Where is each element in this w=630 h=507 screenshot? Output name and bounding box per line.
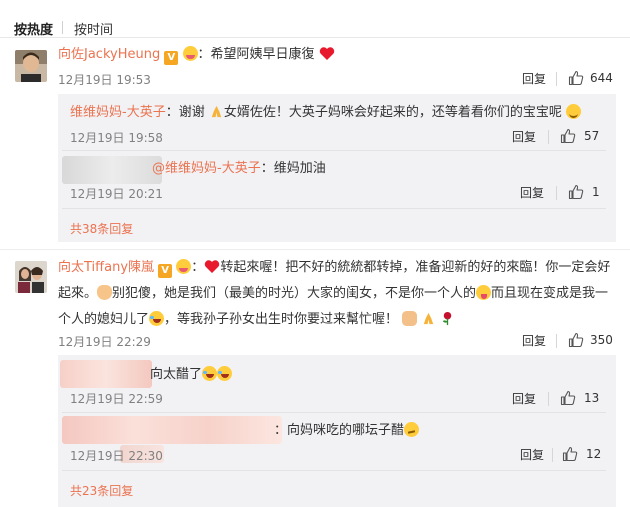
thumbs-up-icon[interactable] [568, 332, 584, 348]
reply-button[interactable]: 回复 [512, 390, 536, 407]
action-divider [556, 334, 557, 348]
comment-text: 起來。 [58, 286, 98, 301]
reply-content: 维维妈妈-大英子：谢谢 女婿佐佐！大英子妈咪会好起来的，还等着看你们的宝宝呢 [70, 104, 582, 122]
sort-divider [62, 21, 63, 34]
reply-time: 12月19日 22:59 [70, 392, 163, 406]
reply-text: 谢谢 [178, 105, 205, 120]
comment-text: 而且现在变成是我一 [491, 286, 609, 301]
comment-content: 向佐JackyHeung V ：希望阿姨早日康復 [58, 46, 335, 65]
like-count: 13 [584, 391, 600, 405]
comment-content: 向太Tiffany陳嵐 V ： 转起來喔！把不好的統統都转掉，准备迎新的好的來臨！… [58, 255, 614, 333]
action-divider [548, 130, 549, 144]
heart-icon [319, 47, 334, 60]
laugh-emoji-icon [149, 311, 165, 326]
action-divider [552, 448, 553, 462]
blurred-username [62, 416, 282, 444]
reply-text: ：维妈加油 [260, 161, 326, 176]
laugh-emoji-icon [202, 366, 218, 381]
thumbs-up-icon[interactable] [568, 70, 584, 86]
action-divider [556, 186, 557, 200]
reply-button[interactable]: 回复 [512, 128, 536, 145]
comment-author[interactable]: 向佐JackyHeung [58, 47, 160, 62]
reply-button[interactable]: 回复 [522, 332, 546, 349]
blurred-username [60, 360, 152, 388]
colon: ： [165, 105, 179, 120]
smile-emoji-icon [566, 104, 582, 119]
reply-divider [62, 150, 606, 151]
more-replies-link[interactable]: 共38条回复 [70, 220, 133, 237]
comment-time: 12月19日 19:53 [58, 73, 151, 87]
pray-icon [424, 312, 434, 325]
thumbs-up-icon[interactable] [560, 128, 576, 144]
reply-text: 女婿佐佐！大英子妈咪会好起来的，还等着看你们的宝宝呢 [223, 105, 562, 120]
comment-time: 12月19日 22:29 [58, 335, 151, 349]
comment-text: ，等我孙子孙女出生时你要过来幫忙喔！ [164, 312, 399, 327]
reply-divider [62, 412, 606, 413]
sort-by-time-tab[interactable]: 按时间 [74, 19, 113, 38]
reply-content: @维维妈妈-大英子：维妈加油 [152, 160, 326, 178]
comment-text: 个人的媳妇儿了 [58, 312, 150, 327]
thumbs-up-icon[interactable] [560, 390, 576, 406]
action-divider [548, 392, 549, 406]
verified-badge-icon: V [158, 264, 173, 278]
reply-time: 12月19日 19:58 [70, 131, 163, 145]
sort-bar: 按热度 按时间 [0, 0, 630, 38]
reply-content: 向太醋了 [150, 366, 233, 384]
reply-content: ：向妈咪吃的哪坛子醋 [274, 422, 420, 440]
comment-divider [0, 249, 630, 250]
comment-text: 希望阿姨早日康復 [210, 47, 315, 62]
smirk-emoji-icon [404, 422, 420, 437]
comment-author[interactable]: 向太Tiffany陳嵐 [58, 260, 154, 275]
verified-badge-icon: V [164, 51, 179, 65]
colon: ： [197, 47, 211, 62]
reply-mention[interactable]: @维维妈妈-大英子 [152, 161, 261, 176]
like-count: 644 [590, 71, 613, 85]
reply-button[interactable]: 回复 [522, 70, 546, 87]
more-replies-link[interactable]: 共23条回复 [70, 482, 133, 499]
pray-icon [211, 105, 222, 118]
thumbs-up-icon[interactable] [568, 184, 584, 200]
reply-text: ：向妈咪吃的哪坛子醋 [274, 423, 405, 438]
thumbs-up-icon[interactable] [562, 446, 578, 462]
like-count: 350 [590, 333, 613, 347]
laugh-emoji-icon [217, 366, 233, 381]
reply-button[interactable]: 回复 [520, 446, 544, 463]
reply-divider [62, 470, 606, 471]
hug-emoji-icon [176, 259, 192, 274]
like-count: 12 [586, 447, 602, 461]
hug-emoji-icon [182, 46, 198, 61]
avatar[interactable] [15, 261, 47, 293]
reply-button[interactable]: 回复 [520, 184, 544, 201]
like-count: 57 [584, 129, 600, 143]
avatar[interactable] [15, 50, 47, 82]
reply-author[interactable]: 维维妈妈-大英子 [70, 105, 166, 120]
action-divider [556, 72, 557, 86]
handshake-emoji-icon [402, 311, 418, 326]
sort-by-hot-tab[interactable]: 按热度 [14, 19, 53, 38]
rose-icon [443, 311, 452, 326]
blurred-username [62, 156, 162, 184]
comment-text: 别犯傻，她是我们（最美的时光）大家的闺女，不是你一个人的 [112, 286, 477, 301]
like-count: 1 [592, 185, 600, 199]
heart-icon [205, 260, 220, 273]
reply-time: 12月19日 20:21 [70, 187, 163, 201]
reply-divider [62, 208, 606, 209]
comment-text: 转起來喔！把不好的統統都转掉，准备迎新的好的來臨！你一定会好 [220, 260, 611, 275]
tongue-emoji-icon [476, 285, 492, 300]
colon: ： [191, 260, 205, 275]
reply-text: 向太醋了 [150, 367, 203, 382]
reply-time: 12月19日 22:30 [70, 449, 163, 463]
hand-emoji-icon [97, 285, 113, 300]
